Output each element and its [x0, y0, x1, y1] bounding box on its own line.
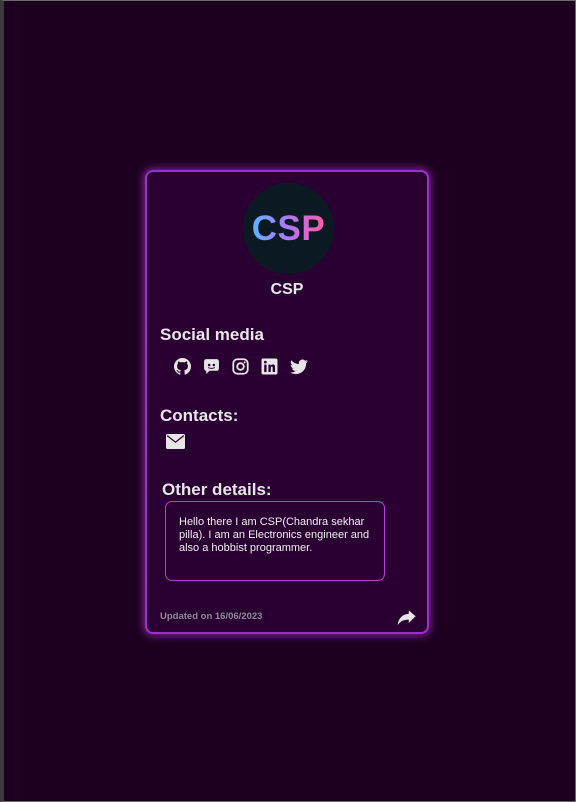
mail-icon[interactable]: [166, 434, 185, 449]
instagram-icon[interactable]: [231, 357, 250, 376]
social-media-heading: Social media: [160, 325, 264, 344]
other-details-heading: Other details:: [162, 480, 272, 499]
linkedin-icon[interactable]: [260, 357, 279, 376]
twitter-icon[interactable]: [289, 357, 308, 376]
updated-date: Updated on 16/06/2023: [160, 611, 263, 622]
share-icon[interactable]: [397, 610, 416, 627]
github-icon[interactable]: [173, 357, 192, 376]
profile-card: CSP CSP Social media Contacts: Other det…: [145, 170, 429, 634]
other-details-text: Hello there I am CSP(Chandra sekhar pill…: [179, 516, 370, 554]
avatar: CSP: [243, 183, 334, 274]
contacts-heading: Contacts:: [160, 406, 239, 425]
discord-icon[interactable]: [202, 357, 221, 376]
other-details-box: Hello there I am CSP(Chandra sekhar pill…: [165, 501, 385, 581]
profile-name: CSP: [270, 281, 304, 298]
avatar-text: CSP: [251, 208, 326, 248]
social-icons: [173, 357, 308, 376]
